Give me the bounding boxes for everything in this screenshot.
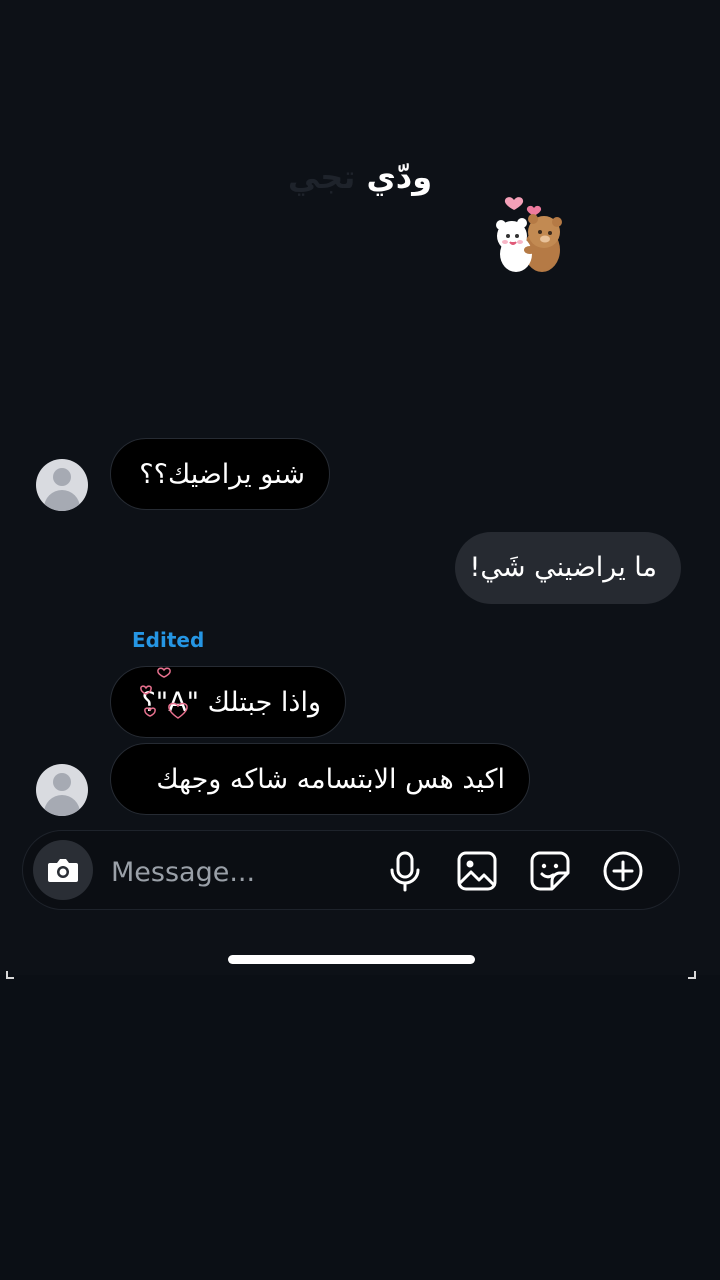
gallery-icon[interactable]: [455, 849, 499, 893]
edited-label: Edited: [132, 628, 205, 652]
message-bubble-incoming[interactable]: شنو يراضيك؟؟: [110, 438, 330, 510]
message-bubble-incoming[interactable]: اكيد هس الابتسامه شاكه وجهك: [110, 743, 530, 815]
frame-corner: [6, 971, 14, 979]
contact-avatar[interactable]: [36, 459, 88, 511]
home-indicator[interactable]: [228, 955, 475, 964]
plus-circle-icon[interactable]: [601, 849, 645, 893]
microphone-icon[interactable]: [383, 849, 427, 893]
sticker-icon[interactable]: [528, 849, 572, 893]
message-bubble-incoming[interactable]: واذا جبتلك "A"؟: [110, 666, 346, 738]
camera-icon: [48, 859, 78, 882]
caption-word-2: تجي: [287, 158, 356, 196]
message-composer: [22, 830, 680, 910]
contact-avatar[interactable]: [36, 764, 88, 816]
hugging-bears-sticker: [496, 197, 562, 272]
message-bubble-outgoing[interactable]: ما يراضيني شَي!: [455, 532, 681, 604]
chat-screen: ودّي تجي شنو يراضيك؟؟ ما يراضيني شَي! Ed…: [0, 0, 720, 975]
overlay-caption: ودّي تجي: [0, 158, 720, 196]
screen: ودّي تجي شنو يراضيك؟؟ ما يراضيني شَي! Ed…: [0, 0, 720, 1280]
caption-word-1: ودّي: [366, 158, 433, 196]
frame-corner: [688, 971, 696, 979]
camera-button[interactable]: [33, 840, 93, 900]
message-input[interactable]: [109, 851, 373, 893]
